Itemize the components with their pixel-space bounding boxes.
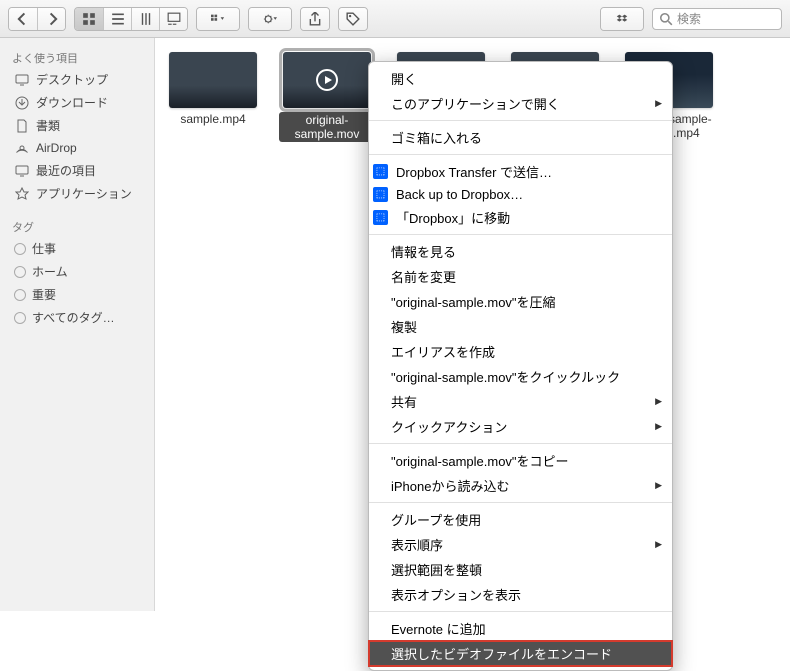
ctx-cleanup[interactable]: 選択範囲を整頓 [369,557,672,582]
ctx-evernote[interactable]: Evernote に追加 [369,616,672,641]
ctx-import-iphone[interactable]: iPhoneから読み込む [369,473,672,498]
recents-icon [14,163,30,179]
context-menu: 開く このアプリケーションで開く ゴミ箱に入れる ⬚Dropbox Transf… [368,61,673,671]
ctx-copy[interactable]: "original-sample.mov"をコピー [369,448,672,473]
sidebar: よく使う項目 デスクトップ ダウンロード 書類 AirDrop 最近の項目 アプ… [0,38,155,611]
dropbox-icon: ⬚ [373,210,388,225]
documents-icon [14,118,30,134]
sidebar-item-airdrop[interactable]: AirDrop [0,137,154,159]
arrange-group [196,7,240,31]
arrange-button[interactable] [197,8,239,30]
tag-work[interactable]: 仕事 [0,237,154,260]
share-group [300,7,330,31]
dropbox-icon: ⬚ [373,187,388,202]
file-item-selected[interactable]: original-sample.mov [279,52,375,142]
ctx-dropbox-backup[interactable]: ⬚Back up to Dropbox… [369,184,672,205]
separator [369,443,672,444]
dropbox-icon: ⬚ [373,164,388,179]
ctx-encode-video[interactable]: 選択したビデオファイルをエンコード [369,641,672,666]
file-name: sample.mp4 [180,112,245,126]
tags-header: タグ [0,215,154,237]
action-button[interactable] [249,8,291,30]
ctx-use-groups[interactable]: グループを使用 [369,507,672,532]
tag-circle-icon [14,243,26,255]
view-mode-group [74,7,188,31]
action-group [248,7,292,31]
tags-group [338,7,368,31]
search-placeholder: 検索 [677,10,701,27]
video-thumbnail [169,52,257,108]
ctx-dropbox-transfer[interactable]: ⬚Dropbox Transfer で送信… [369,159,672,184]
search-icon [659,12,673,26]
tag-important[interactable]: 重要 [0,283,154,306]
tags-button[interactable] [339,8,367,30]
downloads-icon [14,95,30,111]
forward-button[interactable] [37,8,65,30]
share-button[interactable] [301,8,329,30]
list-view-button[interactable] [103,8,131,30]
tag-home[interactable]: ホーム [0,260,154,283]
ctx-quick-actions[interactable]: クイックアクション [369,414,672,439]
ctx-sort-by[interactable]: 表示順序 [369,532,672,557]
gallery-view-button[interactable] [159,8,187,30]
ctx-dropbox-move[interactable]: ⬚「Dropbox」に移動 [369,205,672,230]
back-button[interactable] [9,8,37,30]
sidebar-item-downloads[interactable]: ダウンロード [0,91,154,114]
toolbar: 検索 [0,0,790,38]
dropbox-button[interactable] [601,8,643,30]
separator [369,154,672,155]
play-icon [316,69,338,91]
icon-view-button[interactable] [75,8,103,30]
ctx-make-alias[interactable]: エイリアスを作成 [369,339,672,364]
ctx-duplicate[interactable]: 複製 [369,314,672,339]
separator [369,234,672,235]
tag-circle-icon [14,266,26,278]
ctx-compress[interactable]: "original-sample.mov"を圧縮 [369,289,672,314]
ctx-trash[interactable]: ゴミ箱に入れる [369,125,672,150]
sidebar-item-applications[interactable]: アプリケーション [0,182,154,205]
sidebar-item-recents[interactable]: 最近の項目 [0,159,154,182]
ctx-quicklook[interactable]: "original-sample.mov"をクイックルック [369,364,672,389]
desktop-icon [14,72,30,88]
ctx-open[interactable]: 開く [369,66,672,91]
ctx-rename[interactable]: 名前を変更 [369,264,672,289]
tag-circle-icon [14,289,26,301]
video-thumbnail [283,52,371,108]
sidebar-item-documents[interactable]: 書類 [0,114,154,137]
ctx-view-options[interactable]: 表示オプションを表示 [369,582,672,607]
favorites-header: よく使う項目 [0,46,154,68]
sidebar-item-desktop[interactable]: デスクトップ [0,68,154,91]
file-name: original-sample.mov [279,112,375,142]
applications-icon [14,186,30,202]
file-item[interactable]: sample.mp4 [165,52,261,142]
ctx-open-with[interactable]: このアプリケーションで開く [369,91,672,116]
tag-circle-icon [14,312,26,324]
airdrop-icon [14,140,30,156]
dropbox-group [600,7,644,31]
tag-all[interactable]: すべてのタグ… [0,306,154,329]
separator [369,120,672,121]
separator [369,611,672,612]
separator [369,502,672,503]
nav-buttons [8,7,66,31]
column-view-button[interactable] [131,8,159,30]
ctx-share[interactable]: 共有 [369,389,672,414]
search-field[interactable]: 検索 [652,8,782,30]
ctx-get-info[interactable]: 情報を見る [369,239,672,264]
